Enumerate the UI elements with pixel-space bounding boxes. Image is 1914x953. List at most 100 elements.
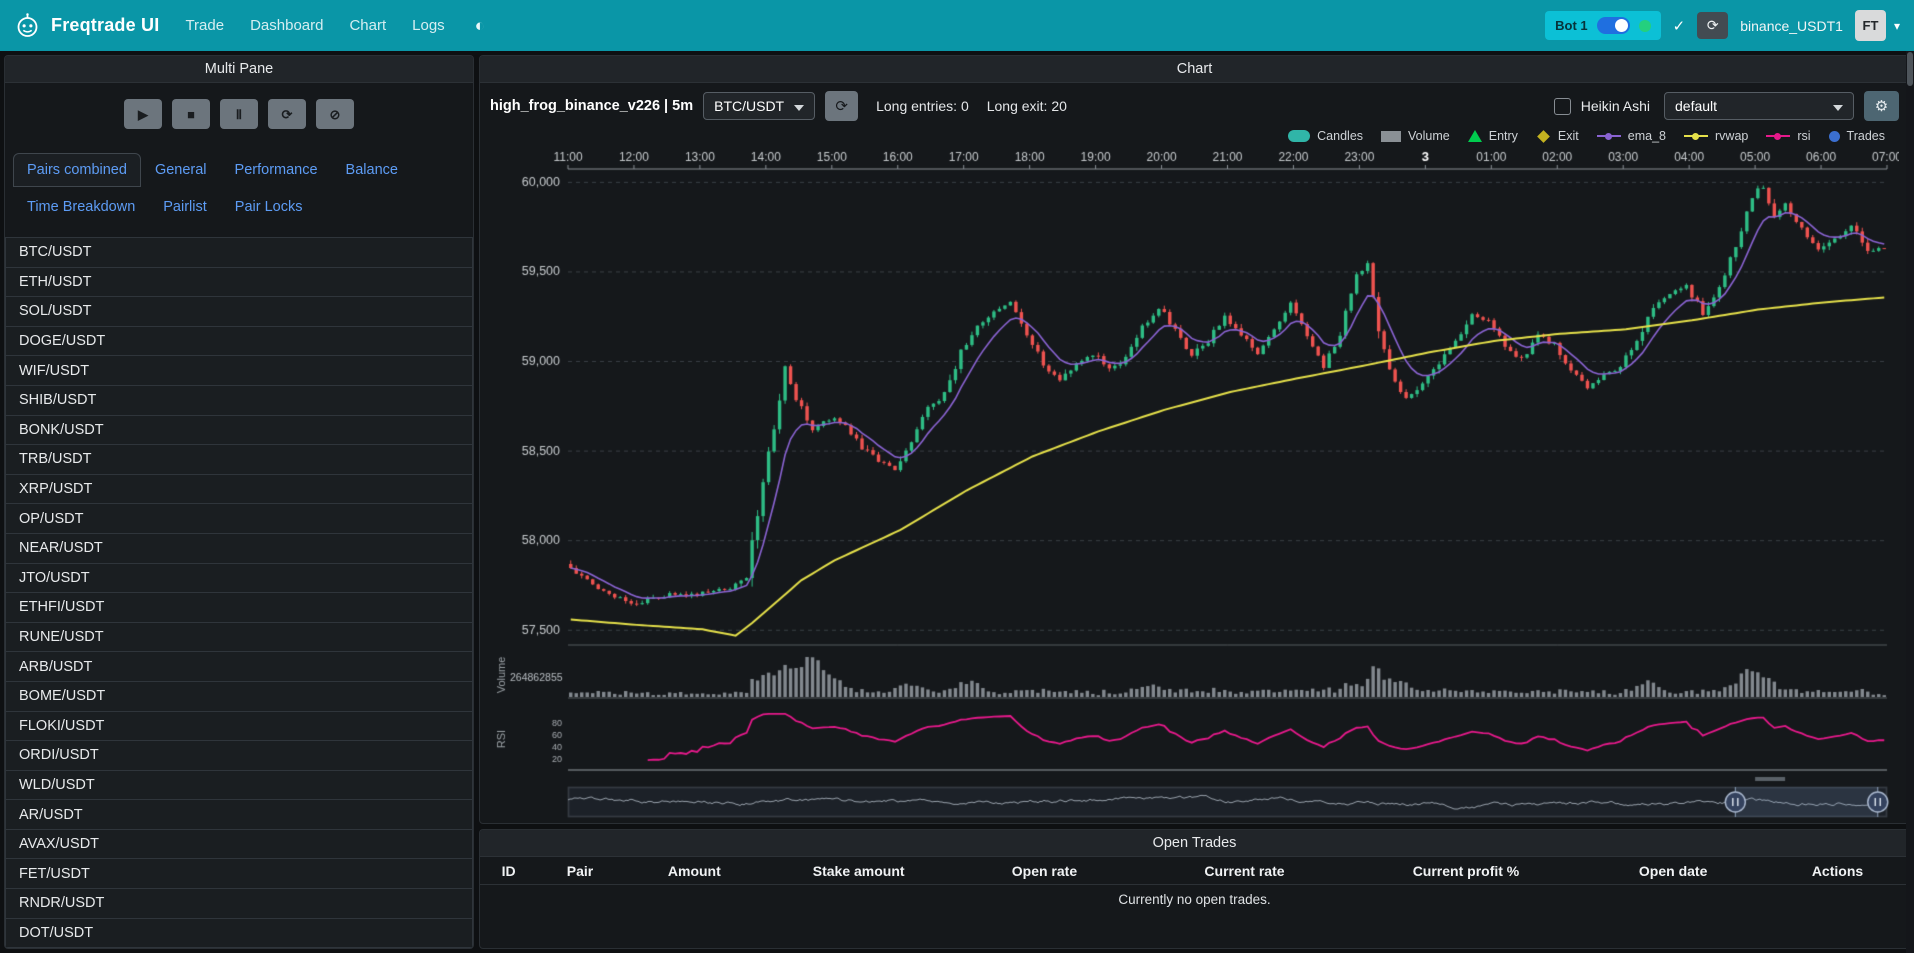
brand-title[interactable]: Freqtrade UI xyxy=(51,15,159,36)
legend-item[interactable]: Trades xyxy=(1829,129,1885,143)
pair-list-item[interactable]: NEAR/USDT xyxy=(5,533,473,564)
pair-list-item[interactable]: AVAX/USDT xyxy=(5,829,473,860)
column-header: Actions xyxy=(1766,863,1909,879)
pair-list-item[interactable]: DOGE/USDT xyxy=(5,326,473,357)
tab[interactable]: Balance xyxy=(332,153,412,187)
pair-list-item[interactable]: ETH/USDT xyxy=(5,267,473,298)
exchange-label: binance_USDT1 xyxy=(1740,18,1843,34)
pair-list-item[interactable]: BOME/USDT xyxy=(5,681,473,712)
play-icon: ▶ xyxy=(138,108,148,121)
pair-list-item[interactable]: DOT/USDT xyxy=(5,918,473,949)
pair-list-item[interactable]: SHIB/USDT xyxy=(5,385,473,416)
chart-refresh-button[interactable]: ⟳ xyxy=(825,91,858,121)
tab[interactable]: Pairs combined xyxy=(13,153,141,187)
pause-icon: Ⅱ xyxy=(236,108,242,121)
legend-item[interactable]: rsi xyxy=(1766,129,1810,143)
tab[interactable]: General xyxy=(141,153,221,187)
stop-button[interactable]: ■ xyxy=(172,99,210,129)
plot-config-button[interactable]: ⊘ xyxy=(316,99,354,129)
legend-marker xyxy=(1766,130,1790,142)
scrollbar-thumb[interactable] xyxy=(1907,52,1913,86)
nav-item[interactable]: Chart xyxy=(349,17,386,34)
pair-list-item[interactable]: XRP/USDT xyxy=(5,474,473,505)
open-trades-header: Open Trades xyxy=(480,830,1909,857)
column-header: Amount xyxy=(623,863,766,879)
legend-item[interactable]: Candles xyxy=(1288,129,1363,143)
main-content: Multi Pane ▶ ■ Ⅱ ⟳ ⊘ Pairs combinedGeneralPe… xyxy=(0,51,1914,953)
tab[interactable]: Pair Locks xyxy=(221,190,317,224)
toggle-knob xyxy=(1615,19,1628,32)
column-header: Pair xyxy=(537,863,623,879)
nav-item[interactable]: Logs xyxy=(412,17,445,34)
chart-toolbar: high_frog_binance_v226 | 5m BTC/USDT ⟳ L… xyxy=(490,91,1899,121)
legend-item[interactable]: Exit xyxy=(1536,129,1579,143)
stop-icon: ■ xyxy=(187,108,195,121)
open-trades-columns: IDPairAmountStake amountOpen rateCurrent… xyxy=(480,857,1909,885)
column-header: Stake amount xyxy=(766,863,952,879)
chart-legend: Candles Volume Entry Exit ema_8 xyxy=(490,121,1899,145)
legend-marker xyxy=(1537,130,1550,143)
navbar: Freqtrade UI Trade Dashboard Chart Logs ◐ B… xyxy=(0,0,1914,51)
price-chart-canvas[interactable] xyxy=(490,145,1899,819)
bot-toggle[interactable] xyxy=(1597,17,1630,34)
pair-list-item[interactable]: OP/USDT xyxy=(5,503,473,534)
column-header: Current rate xyxy=(1137,863,1351,879)
chart-panel: Chart high_frog_binance_v226 | 5m BTC/US… xyxy=(479,55,1910,824)
nav-item[interactable]: Trade xyxy=(185,17,224,34)
legend-item[interactable]: rvwap xyxy=(1684,129,1748,143)
pair-list-item[interactable]: WIF/USDT xyxy=(5,355,473,386)
long-exits-label: Long exit: 20 xyxy=(987,98,1067,114)
reload-config-button[interactable]: ⟳ xyxy=(268,99,306,129)
column-header: ID xyxy=(480,863,537,879)
pair-list-item[interactable]: RUNE/USDT xyxy=(5,622,473,653)
reload-icon: ⟳ xyxy=(282,108,293,121)
pair-list-item[interactable]: ARB/USDT xyxy=(5,651,473,682)
pair-select[interactable]: BTC/USDT xyxy=(703,92,815,120)
pause-button[interactable]: Ⅱ xyxy=(220,99,258,129)
theme-toggle-icon[interactable]: ◐ xyxy=(475,16,485,36)
chevron-down-icon[interactable]: ▾ xyxy=(1894,19,1900,33)
legend-item[interactable]: ema_8 xyxy=(1597,129,1666,143)
multi-pane-header: Multi Pane xyxy=(5,56,473,83)
nav-item[interactable]: Dashboard xyxy=(250,17,323,34)
column-header: Open date xyxy=(1580,863,1766,879)
pair-list-item[interactable]: BTC/USDT xyxy=(5,237,473,268)
bot-selector[interactable]: Bot 1 xyxy=(1545,11,1661,40)
pair-list-item[interactable]: TRB/USDT xyxy=(5,444,473,475)
page-scrollbar[interactable] xyxy=(1906,51,1914,953)
pair-list-item[interactable]: RNDR/USDT xyxy=(5,888,473,919)
legend-item[interactable]: Volume xyxy=(1381,129,1450,143)
legend-marker xyxy=(1597,130,1621,142)
chart-disabled-icon: ⊘ xyxy=(330,108,341,121)
pair-list-item[interactable]: BONK/USDT xyxy=(5,415,473,446)
pair-list-item[interactable]: ORDI/USDT xyxy=(5,740,473,771)
chart-area xyxy=(490,145,1899,819)
heikin-ashi-checkbox[interactable] xyxy=(1554,98,1571,115)
start-button[interactable]: ▶ xyxy=(124,99,162,129)
check-icon: ✓ xyxy=(1673,17,1686,35)
tab[interactable]: Performance xyxy=(221,153,332,187)
pair-list-item[interactable]: JTO/USDT xyxy=(5,563,473,594)
pair-list-item[interactable]: ETHFI/USDT xyxy=(5,592,473,623)
strategy-label: high_frog_binance_v226 | 5m xyxy=(490,98,693,114)
nav-menu: Trade Dashboard Chart Logs xyxy=(185,17,444,34)
pair-list-item[interactable]: AR/USDT xyxy=(5,799,473,830)
refresh-button[interactable]: ⟳ xyxy=(1697,12,1728,39)
heikin-ashi-label: Heikin Ashi xyxy=(1581,98,1650,114)
chart-panel-header: Chart xyxy=(480,56,1909,83)
pair-list-item[interactable]: WLD/USDT xyxy=(5,770,473,801)
pair-list-item[interactable]: FET/USDT xyxy=(5,858,473,889)
pair-list-item[interactable]: FLOKI/USDT xyxy=(5,711,473,742)
bot-control-buttons: ▶ ■ Ⅱ ⟳ ⊘ xyxy=(5,83,473,143)
freqtrade-logo-icon xyxy=(14,12,41,39)
multi-pane-panel: Multi Pane ▶ ■ Ⅱ ⟳ ⊘ Pairs combinedGeneralPe… xyxy=(4,55,474,949)
plot-config-select[interactable]: default xyxy=(1664,92,1854,120)
gear-icon[interactable]: ⚙ xyxy=(1864,91,1899,121)
legend-marker xyxy=(1684,130,1708,142)
long-entries-label: Long entries: 0 xyxy=(876,98,969,114)
user-avatar[interactable]: FT xyxy=(1855,10,1886,41)
tab[interactable]: Pairlist xyxy=(149,190,221,224)
legend-item[interactable]: Entry xyxy=(1468,129,1518,143)
tab[interactable]: Time Breakdown xyxy=(13,190,149,224)
pair-list-item[interactable]: SOL/USDT xyxy=(5,296,473,327)
